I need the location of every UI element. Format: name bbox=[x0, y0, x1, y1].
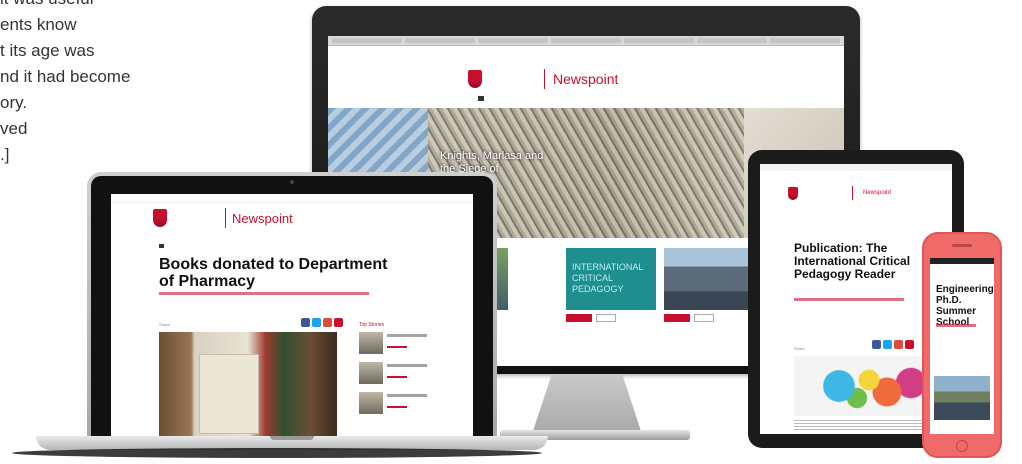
site-title[interactable]: Newspoint bbox=[863, 190, 891, 196]
share-label: Share bbox=[794, 346, 805, 351]
text-line: .] bbox=[0, 145, 10, 164]
site-header: Newspoint bbox=[788, 186, 891, 200]
sidebar-date bbox=[387, 346, 407, 348]
site-header: Newspoint bbox=[468, 66, 708, 92]
main-nav bbox=[159, 244, 164, 248]
sidebar-date bbox=[387, 376, 407, 378]
twitter-icon[interactable] bbox=[312, 318, 321, 327]
twitter-icon[interactable] bbox=[883, 340, 892, 349]
top-utility-bar bbox=[328, 46, 844, 55]
site-title[interactable]: Newspoint bbox=[232, 211, 293, 226]
sidebar-headline[interactable] bbox=[387, 394, 427, 397]
home-button[interactable] bbox=[956, 440, 968, 452]
article-title: Engineering Ph.D. Summer School bbox=[936, 284, 994, 328]
phone-screen: Engineering Ph.D. Summer School bbox=[930, 258, 994, 434]
email-icon[interactable] bbox=[334, 318, 343, 327]
google-plus-icon[interactable] bbox=[894, 340, 903, 349]
story-card-pedagogy[interactable]: INTERNATIONAL CRITICAL PEDAGOGY bbox=[566, 248, 656, 310]
card-button-secondary[interactable] bbox=[694, 314, 714, 322]
sidebar-headline[interactable] bbox=[387, 334, 427, 337]
background-article-text: it was useful ents know t its age was nd… bbox=[0, 0, 190, 168]
text-line: nd it had become bbox=[0, 67, 131, 86]
laptop: Newspoint Books donated to Department of… bbox=[87, 172, 497, 438]
laptop-shadow bbox=[12, 448, 542, 458]
text-line: t its age was bbox=[0, 41, 95, 60]
card-button-secondary[interactable] bbox=[596, 314, 616, 322]
article-subtitle-bar bbox=[794, 298, 904, 301]
camera-icon bbox=[290, 180, 294, 184]
share-label: Share bbox=[159, 322, 170, 327]
sidebar-date bbox=[387, 406, 407, 408]
smartphone: Engineering Ph.D. Summer School bbox=[922, 232, 1002, 458]
card-button[interactable] bbox=[664, 314, 690, 322]
monitor-stand bbox=[532, 374, 642, 434]
university-crest-icon bbox=[468, 70, 482, 88]
browser-tab-bar bbox=[328, 36, 844, 46]
laptop-notch bbox=[270, 436, 314, 440]
laptop-screen: Newspoint Books donated to Department of… bbox=[111, 194, 473, 438]
sidebar-heading: Top Stories bbox=[359, 322, 385, 328]
share-buttons bbox=[872, 340, 914, 349]
university-crest-icon bbox=[788, 186, 798, 200]
main-nav bbox=[478, 96, 484, 101]
status-bar bbox=[930, 258, 994, 264]
google-plus-icon[interactable] bbox=[323, 318, 332, 327]
home-icon[interactable] bbox=[159, 244, 164, 248]
article-title: Books donated to Department of Pharmacy bbox=[159, 256, 388, 290]
home-icon[interactable] bbox=[478, 96, 484, 101]
university-crest-icon bbox=[153, 209, 167, 227]
article-subtitle-bar bbox=[936, 324, 976, 327]
header-divider bbox=[852, 186, 853, 200]
article-photo bbox=[159, 332, 337, 438]
article-subtitle-bar bbox=[159, 292, 369, 295]
header-divider bbox=[544, 69, 545, 89]
facebook-icon[interactable] bbox=[301, 318, 310, 327]
top-utility-bar bbox=[111, 194, 473, 203]
book-image bbox=[199, 354, 259, 434]
text-line: ents know bbox=[0, 15, 77, 34]
laptop-bezel: Newspoint Books donated to Department of… bbox=[91, 176, 493, 438]
facebook-icon[interactable] bbox=[872, 340, 881, 349]
text-line: it was useful bbox=[0, 0, 190, 12]
top-utility-bar bbox=[760, 164, 952, 171]
sidebar-thumbnail[interactable] bbox=[359, 392, 383, 414]
site-title[interactable]: Newspoint bbox=[553, 71, 618, 87]
text-line: ory. bbox=[0, 93, 28, 112]
sidebar-thumbnail[interactable] bbox=[359, 362, 383, 384]
text-line: ved bbox=[0, 119, 28, 138]
share-buttons bbox=[301, 318, 343, 327]
site-header: Newspoint bbox=[153, 208, 293, 228]
article-photo bbox=[934, 376, 990, 420]
sidebar-thumbnail[interactable] bbox=[359, 332, 383, 354]
email-icon[interactable] bbox=[905, 340, 914, 349]
phone-speaker bbox=[952, 244, 972, 247]
card-button[interactable] bbox=[566, 314, 592, 322]
header-divider bbox=[225, 208, 226, 228]
story-card-image[interactable] bbox=[664, 248, 754, 310]
sidebar-headline[interactable] bbox=[387, 364, 427, 367]
